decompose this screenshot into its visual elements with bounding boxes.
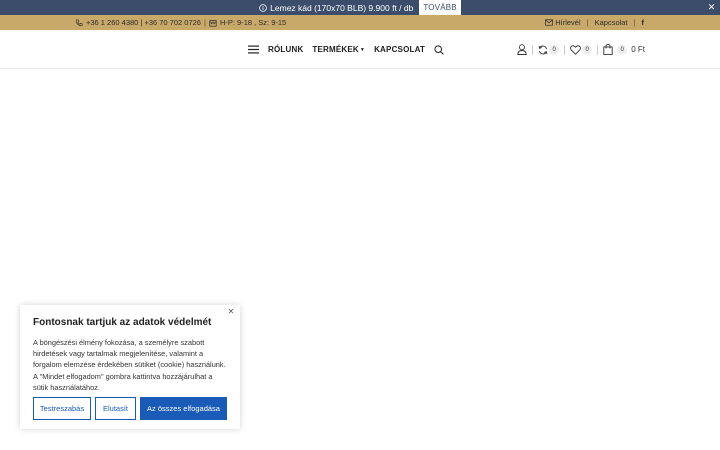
promo-text: Lemez kád (170x70 BLB) 9.900 ft / db [270,2,414,13]
main-nav: RÓLUNK TERMÉKEK▼ KAPCSOLAT [248,30,444,69]
header-icons: 0 0 0 0 Ft [517,30,645,69]
search-icon[interactable] [434,44,444,55]
topbar-contact-info: +36 1 260 4380 | +36 70 702 0726 | H-P: … [75,15,286,30]
topbar-separator: | [633,18,636,27]
promo-more-button[interactable]: TOVÁBB [419,0,461,15]
cart-count-badge: 0 [617,44,628,55]
chevron-down-icon: ▼ [359,46,366,53]
compare-count-badge: 0 [549,44,560,55]
calendar-icon [209,19,217,27]
nav-item-kapcsolat[interactable]: KAPCSOLAT [374,45,425,54]
nav-item-termekek[interactable]: TERMÉKEK▼ [312,45,365,54]
wishlist-count-badge: 0 [582,44,593,55]
topbar-separator: | [203,18,206,27]
shopping-bag-icon [603,44,613,55]
cookie-consent-dialog: ✕ Fontosnak tartjuk az adatok védelmét A… [20,305,240,429]
phone-icon [75,18,83,26]
mail-icon [545,19,554,26]
heart-icon [570,44,582,55]
topbar-phones[interactable]: +36 1 260 4380 | +36 70 702 0726 [86,18,201,27]
nav-item-rolunk[interactable]: RÓLUNK [268,45,303,54]
header: RÓLUNK TERMÉKEK▼ KAPCSOLAT 0 0 0 0 Ft [0,30,720,69]
close-icon[interactable]: ✕ [226,307,236,317]
topbar-hours: H-P: 9-18 , Sz: 9-15 [219,18,287,27]
hamburger-menu-icon[interactable] [248,45,259,54]
promo-message[interactable]: Lemez kád (170x70 BLB) 9.900 ft / db [259,3,413,13]
topbar: +36 1 260 4380 | +36 70 702 0726 | H-P: … [0,15,720,30]
customize-button[interactable]: Testreszabás [33,397,91,420]
close-icon[interactable]: ✕ [706,2,717,13]
divider [532,44,534,55]
contact-link[interactable]: Kapcsolat [595,18,628,27]
nav-item-label: TERMÉKEK [312,45,359,54]
cookie-title: Fontosnak tartjuk az adatok védelmét [33,317,212,328]
promo-bar: Lemez kád (170x70 BLB) 9.900 ft / db TOV… [0,0,720,15]
info-icon [259,3,267,12]
compare-icon [538,45,548,54]
cart-total: 0 Ft [631,45,645,54]
divider [564,44,566,55]
topbar-links: Hírlevél | Kapcsolat | f [545,15,644,30]
user-icon[interactable] [517,44,527,55]
reject-button[interactable]: Elutasít [95,397,136,420]
cart-button[interactable]: 0 0 Ft [603,44,645,55]
newsletter-link[interactable]: Hírlevél [555,18,580,27]
topbar-separator: | [586,18,589,27]
cookie-text: A böngészési élmény fokozása, a személyr… [33,338,226,392]
compare-button[interactable]: 0 [538,44,560,55]
cookie-buttons: Testreszabás Elutasít Az összes elfogadá… [33,397,227,420]
wishlist-button[interactable]: 0 [570,44,593,55]
accept-all-button[interactable]: Az összes elfogadása [140,397,227,420]
divider [597,44,599,55]
facebook-icon[interactable]: f [642,18,645,27]
